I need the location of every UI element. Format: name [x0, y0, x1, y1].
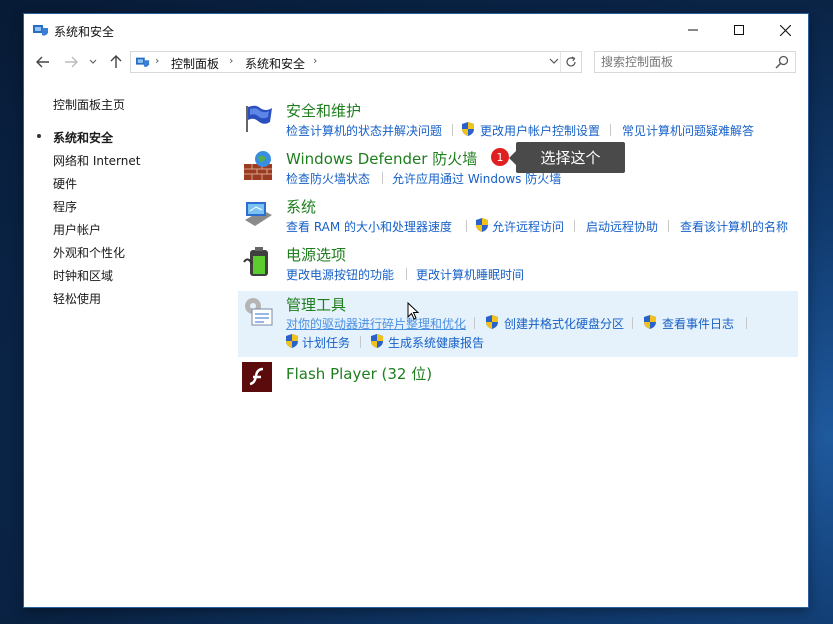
chevron-right-icon: ›	[155, 54, 160, 67]
section-system: 系统 查看 RAM 的大小和处理器速度 允许远程访问 启动远程协助 查看该计算机…	[238, 194, 798, 238]
firewall-icon	[244, 151, 272, 180]
minimize-icon	[688, 29, 698, 31]
link-health-report[interactable]: 生成系统健康报告	[388, 334, 484, 351]
back-button[interactable]	[33, 52, 53, 72]
control-panel-icon	[33, 25, 48, 36]
refresh-button[interactable]	[560, 52, 581, 72]
minimize-button[interactable]	[670, 14, 716, 46]
mouse-cursor-icon	[407, 302, 419, 320]
section-title-admin-tools[interactable]: 管理工具	[286, 294, 346, 315]
section-admin-tools[interactable]: 管理工具 对你的驱动器进行碎片整理和优化 创建并格式化硬盘分区 查看事件日志 计…	[238, 291, 798, 357]
link-computer-name[interactable]: 查看该计算机的名称	[680, 218, 788, 235]
forward-arrow-icon	[65, 56, 78, 68]
sidebar-item-system-security[interactable]: 系统和安全	[53, 129, 113, 146]
control-panel-window: 系统和安全 › 控制面板 › 系统和安全 › 搜索控制面板 控制面板主页 系统和…	[24, 14, 808, 607]
section-security-maintenance: 安全和维护 检查计算机的状态并解决问题 更改用户帐户控制设置 常见计算机问题疑难…	[238, 98, 798, 142]
section-title-power[interactable]: 电源选项	[286, 244, 346, 265]
battery-icon	[243, 247, 268, 276]
sidebar-item-ease-of-access[interactable]: 轻松使用	[53, 290, 101, 307]
uac-shield-icon	[486, 315, 498, 329]
sidebar-item-programs[interactable]: 程序	[53, 198, 77, 215]
sidebar-item-clock-region[interactable]: 时钟和区域	[53, 267, 113, 284]
breadcrumb-system-security[interactable]: 系统和安全	[245, 55, 305, 72]
sidebar-item-network[interactable]: 网络和 Internet	[53, 152, 140, 169]
section-title-firewall[interactable]: Windows Defender 防火墙	[286, 148, 477, 169]
link-separator	[746, 317, 747, 329]
uac-shield-icon	[476, 218, 488, 232]
search-input[interactable]	[601, 54, 771, 70]
link-separator	[382, 172, 383, 184]
recent-locations-button[interactable]	[87, 52, 99, 72]
link-event-logs[interactable]: 查看事件日志	[662, 315, 734, 332]
uac-shield-icon	[286, 334, 298, 348]
breadcrumb-control-panel[interactable]: 控制面板	[171, 55, 219, 72]
flag-icon	[246, 105, 272, 132]
maximize-icon	[734, 25, 744, 35]
active-bullet	[37, 134, 41, 138]
section-title-security[interactable]: 安全和维护	[286, 100, 361, 121]
link-defrag[interactable]: 对你的驱动器进行碎片整理和优化	[286, 315, 466, 332]
chevron-right-icon: ›	[313, 54, 318, 67]
uac-shield-icon	[462, 122, 474, 136]
up-arrow-icon	[110, 55, 122, 68]
section-title-flash-player[interactable]: Flash Player (32 位)	[286, 363, 432, 384]
forward-button[interactable]	[61, 52, 81, 72]
step-badge: 1	[491, 148, 509, 166]
link-remote-access[interactable]: 允许远程访问	[492, 218, 564, 235]
section-title-system[interactable]: 系统	[286, 196, 316, 217]
navigation-bar: › 控制面板 › 系统和安全 ›	[24, 50, 808, 76]
search-box[interactable]	[594, 51, 796, 73]
link-separator	[632, 317, 633, 329]
link-check-status[interactable]: 检查计算机的状态并解决问题	[286, 122, 442, 139]
search-icon[interactable]	[775, 55, 789, 69]
window-title: 系统和安全	[54, 25, 115, 39]
link-sleep-time[interactable]: 更改计算机睡眠时间	[416, 266, 524, 283]
back-arrow-icon	[36, 56, 49, 68]
link-separator	[610, 124, 611, 136]
link-disk-partitions[interactable]: 创建并格式化硬盘分区	[504, 315, 624, 332]
instruction-tooltip: 选择这个	[509, 142, 625, 173]
link-power-button[interactable]: 更改电源按钮的功能	[286, 266, 394, 283]
refresh-icon	[566, 56, 576, 67]
link-separator	[360, 336, 361, 348]
section-flash-player: Flash Player (32 位)	[238, 360, 798, 396]
link-check-firewall[interactable]: 检查防火墙状态	[286, 170, 370, 187]
sidebar-item-hardware[interactable]: 硬件	[53, 175, 77, 192]
close-icon	[779, 24, 791, 36]
control-panel-icon	[136, 57, 150, 67]
uac-shield-icon	[644, 315, 656, 329]
address-bar[interactable]: › 控制面板 › 系统和安全 ›	[130, 51, 582, 73]
link-uac-settings[interactable]: 更改用户帐户控制设置	[480, 122, 600, 139]
address-dropdown-icon[interactable]	[549, 54, 559, 67]
link-troubleshoot[interactable]: 常见计算机问题疑难解答	[622, 122, 754, 139]
link-separator	[574, 220, 575, 232]
link-separator	[452, 124, 453, 136]
chevron-down-icon	[89, 59, 97, 64]
sidebar-item-user-accounts[interactable]: 用户帐户	[53, 221, 101, 238]
sidebar-item-home[interactable]: 控制面板主页	[53, 96, 125, 113]
link-separator	[406, 268, 407, 280]
up-button[interactable]	[106, 52, 126, 72]
flash-player-icon	[242, 362, 272, 392]
uac-shield-icon	[371, 334, 383, 348]
admin-tools-icon	[245, 298, 273, 326]
link-scheduled-tasks[interactable]: 计划任务	[302, 334, 350, 351]
link-separator	[474, 317, 475, 329]
close-button[interactable]	[762, 14, 808, 46]
link-separator	[668, 220, 669, 232]
link-separator	[466, 220, 467, 232]
maximize-button[interactable]	[716, 14, 762, 46]
chevron-right-icon: ›	[229, 54, 234, 67]
section-power: 电源选项 更改电源按钮的功能 更改计算机睡眠时间	[238, 242, 798, 286]
sidebar-item-appearance[interactable]: 外观和个性化	[53, 244, 125, 261]
title-bar[interactable]: 系统和安全	[24, 14, 808, 46]
computer-icon	[245, 202, 272, 226]
link-remote-assistance[interactable]: 启动远程协助	[586, 218, 658, 235]
link-view-ram[interactable]: 查看 RAM 的大小和处理器速度	[286, 218, 452, 235]
